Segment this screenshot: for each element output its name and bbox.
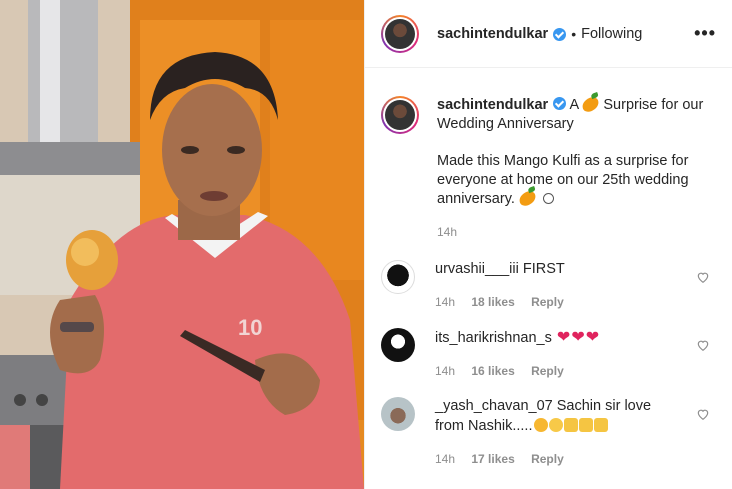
mango-emoji-icon [580,95,602,114]
heart-eyes-emoji-icon [533,418,548,432]
like-heart-icon[interactable] [696,270,710,284]
comment-item: _yash_chavan_07 Sachin sir love from Nas… [381,397,716,469]
comments-list: sachintendulkar A Surprise for our Weddi… [365,68,732,469]
reply-button[interactable]: Reply [531,452,564,466]
author-avatar[interactable] [381,14,419,53]
post-details-panel: sachintendulkar • Following ••• sachinte… [364,0,732,489]
post-viewer: 10 sachintendulkar • Following ••• sachi… [0,0,732,489]
comment-item: its_harikrishnan_s ❤❤❤ 14h 16 likes Repl… [381,328,716,381]
reply-button[interactable]: Reply [531,295,564,309]
following-button[interactable]: Following [581,26,642,42]
thumbs-up-emoji-icon [563,418,578,432]
red-heart-icon: ❤ [585,329,600,346]
commenter-avatar[interactable] [381,397,415,431]
wink-emoji-icon [548,418,563,432]
like-heart-icon[interactable] [696,407,710,421]
caption-timestamp[interactable]: 14h [437,223,716,242]
caption-text-a: A [569,97,579,113]
mango-emoji-icon [517,189,538,208]
comment-likes[interactable]: 18 likes [471,295,514,309]
verified-badge-icon [553,97,567,110]
thumbs-up-emoji-icon [578,418,593,432]
post-caption: sachintendulkar A Surprise for our Weddi… [381,68,716,242]
comment-timestamp[interactable]: 14h [435,295,455,309]
comment-timestamp[interactable]: 14h [435,364,455,378]
like-heart-icon[interactable] [696,338,710,352]
caption-username[interactable]: sachintendulkar [437,97,548,113]
commenter-avatar[interactable] [381,260,415,294]
author-username[interactable]: sachintendulkar [437,26,548,42]
comment-timestamp[interactable]: 14h [435,452,455,466]
separator-dot: • [571,25,577,42]
comment-username[interactable]: its_harikrishnan_s [435,330,552,346]
post-video[interactable]: 10 [0,0,364,489]
svg-text:10: 10 [238,315,262,340]
comment-likes[interactable]: 16 likes [471,364,514,378]
red-heart-icon: ❤ [556,329,571,346]
more-options-icon[interactable]: ••• [694,23,716,44]
ok-hand-emoji-icon [593,418,608,432]
commenter-avatar[interactable] [381,328,415,362]
caption-body: Made this Mango Kulfi as a surprise for … [437,153,689,207]
comment-likes[interactable]: 17 likes [471,452,514,466]
verified-badge-icon [553,28,567,41]
reply-button[interactable]: Reply [531,364,564,378]
comment-item: urvashii___iii FIRST 14h 18 likes Reply [381,260,716,312]
caption-author-avatar[interactable] [381,96,419,134]
comment-username[interactable]: _yash_chavan_07 [435,398,553,414]
smile-emoji-icon [542,193,554,204]
red-heart-icon: ❤ [571,329,585,346]
post-header: sachintendulkar • Following ••• [365,0,732,68]
video-frame: 10 [0,0,364,489]
comment-text: FIRST [522,261,565,277]
hearts-emoji-group: ❤❤❤ [556,329,600,346]
comment-username[interactable]: urvashii___iii [435,261,519,277]
